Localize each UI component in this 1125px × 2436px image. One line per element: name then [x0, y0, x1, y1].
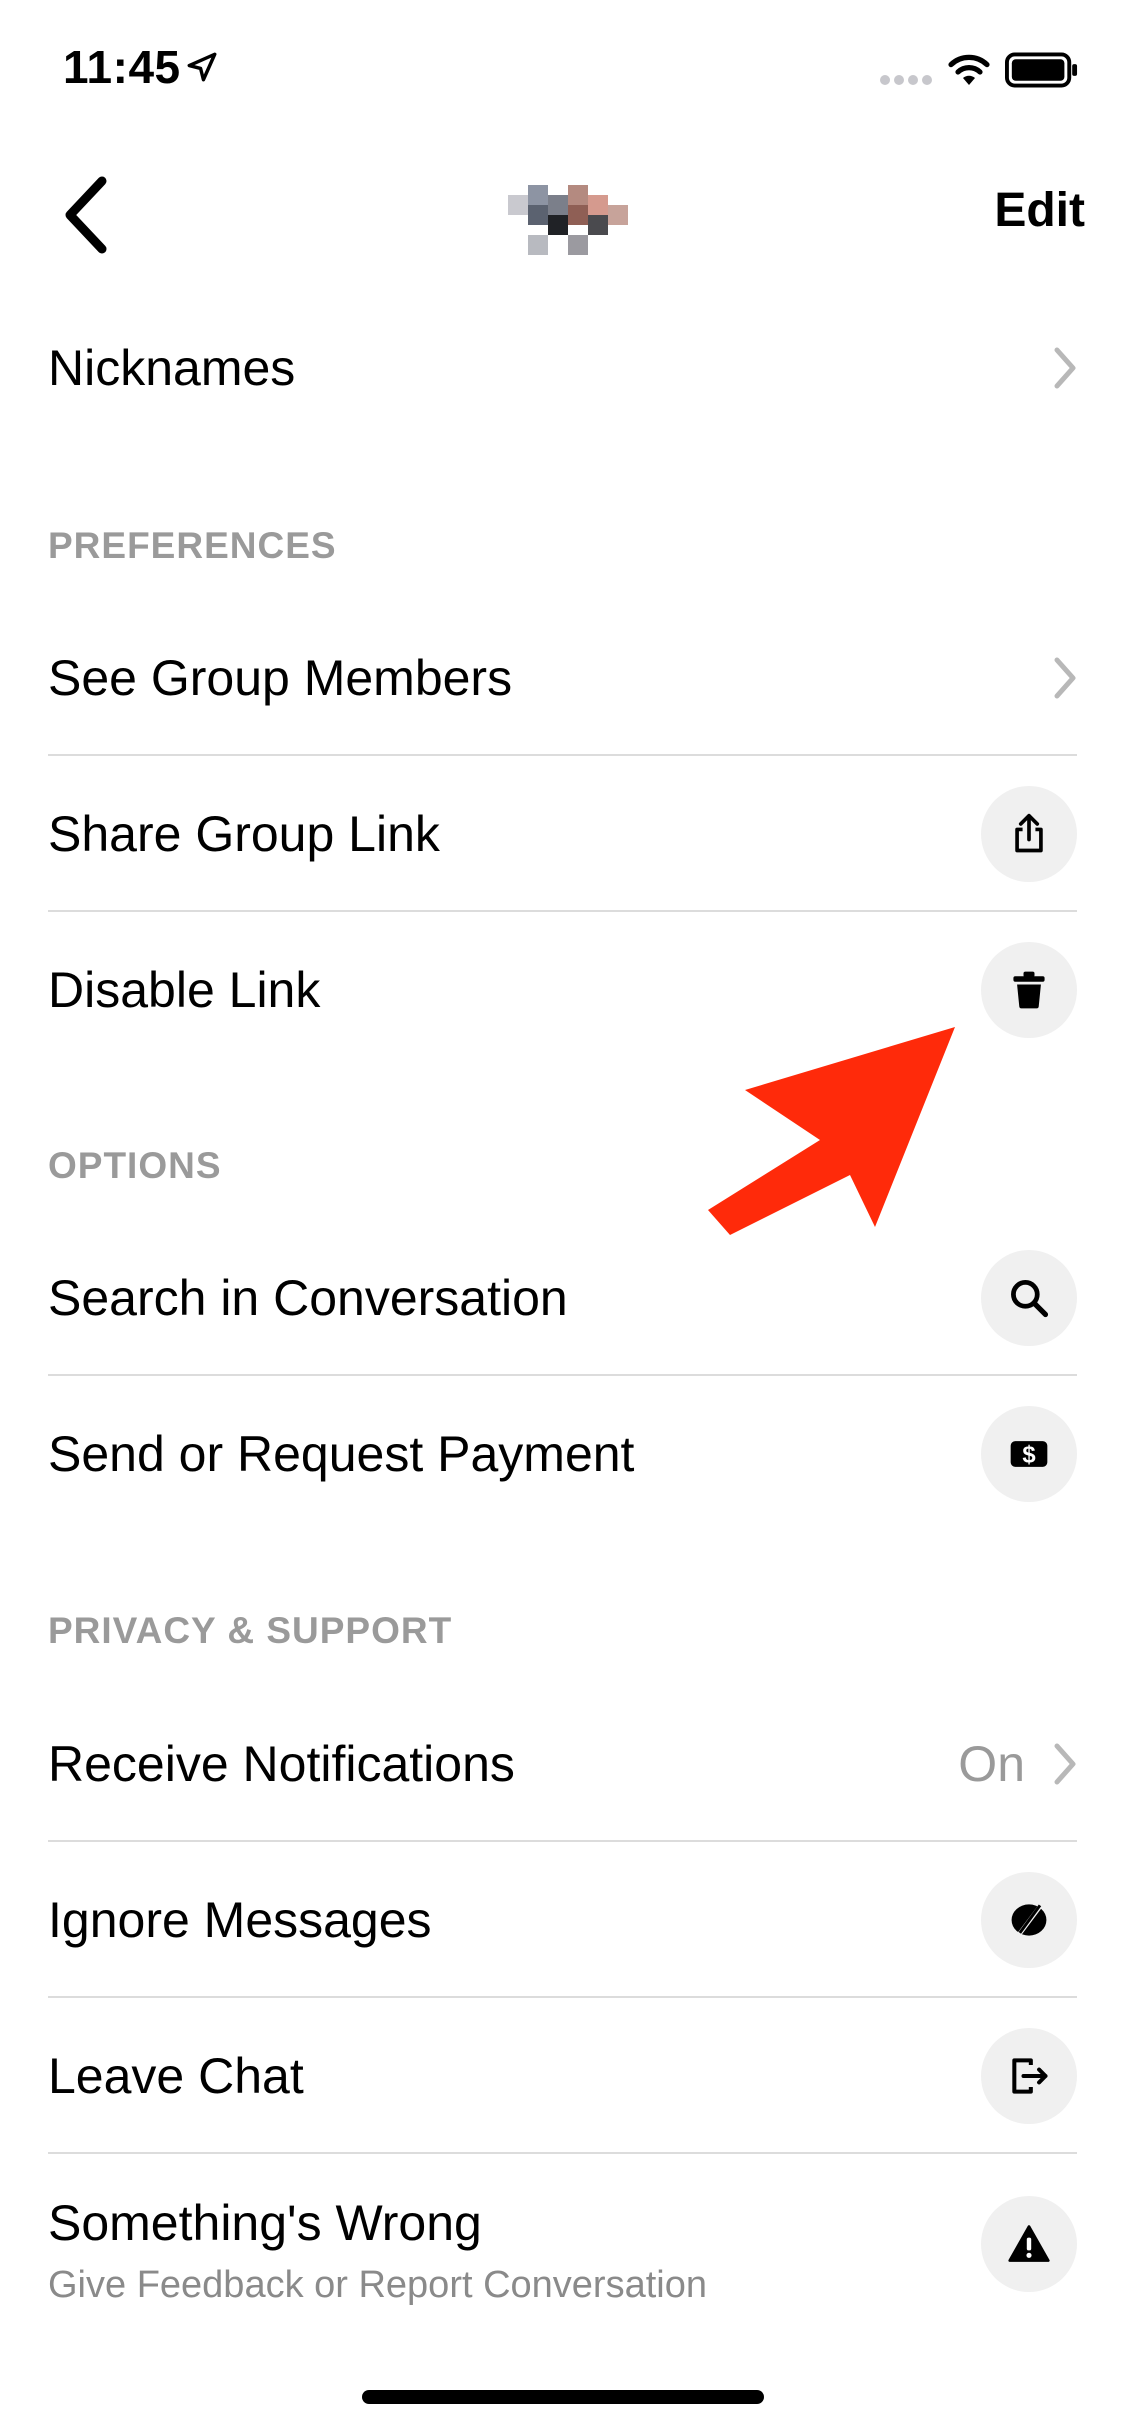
trash-icon	[1013, 971, 1045, 1009]
svg-text:$: $	[1022, 1441, 1035, 1468]
search-in-conversation-row[interactable]: Search in Conversation	[0, 1220, 1125, 1376]
somethings-wrong-sublabel: Give Feedback or Report Conversation	[48, 2264, 707, 2306]
somethings-wrong-label: Something's Wrong	[48, 2195, 482, 2251]
search-in-conversation-label: Search in Conversation	[48, 1270, 568, 1326]
leave-chat-button[interactable]	[981, 2028, 1077, 2124]
share-group-link-row[interactable]: Share Group Link	[0, 756, 1125, 912]
leave-icon	[1012, 2058, 1048, 2094]
ignore-messages-row[interactable]: Ignore Messages	[0, 1842, 1125, 1998]
see-group-members-label: See Group Members	[48, 650, 513, 706]
chevron-right-icon	[1054, 1743, 1076, 1785]
leave-chat-row[interactable]: Leave Chat	[0, 1998, 1125, 2154]
ignore-messages-label: Ignore Messages	[48, 1892, 432, 1948]
status-time: 11:45	[63, 41, 181, 93]
share-icon	[1015, 813, 1043, 853]
chevron-right-icon	[1054, 657, 1076, 699]
receive-notifications-label: Receive Notifications	[48, 1736, 515, 1792]
warning-icon	[1008, 2225, 1050, 2262]
edit-button[interactable]: Edit	[994, 183, 1085, 238]
nicknames-label: Nicknames	[48, 340, 296, 396]
search-icon	[1011, 1280, 1049, 1318]
report-button[interactable]	[981, 2196, 1077, 2292]
dollar-icon: $	[1010, 1441, 1048, 1468]
annotation-arrow	[708, 1027, 955, 1235]
disable-link-button[interactable]	[981, 942, 1077, 1038]
payment-button[interactable]: $	[981, 1406, 1077, 1502]
section-preferences: PREFERENCES	[48, 525, 337, 566]
group-avatar	[508, 185, 628, 255]
leave-chat-label: Leave Chat	[48, 2048, 304, 2104]
share-button[interactable]	[981, 786, 1077, 882]
back-chevron-icon[interactable]	[60, 175, 110, 255]
send-or-request-payment-label: Send or Request Payment	[48, 1426, 635, 1482]
section-privacy-support: PRIVACY & SUPPORT	[48, 1610, 453, 1651]
disable-link-label: Disable Link	[48, 962, 321, 1018]
nicknames-row[interactable]: Nicknames	[0, 290, 1125, 446]
ignore-icon	[1011, 1900, 1047, 1940]
somethings-wrong-row[interactable]: Something's Wrong Give Feedback or Repor…	[0, 2154, 1125, 2334]
receive-notifications-row[interactable]: Receive Notifications On	[0, 1686, 1125, 1842]
location-arrow-icon	[187, 52, 217, 82]
navigation-bar: Edit	[0, 135, 1125, 285]
send-or-request-payment-row[interactable]: Send or Request Payment $	[0, 1376, 1125, 1532]
ignore-button[interactable]	[981, 1872, 1077, 1968]
section-options: OPTIONS	[48, 1145, 222, 1186]
status-bar: 11:45	[0, 0, 1125, 135]
see-group-members-row[interactable]: See Group Members	[0, 600, 1125, 756]
notifications-status: On	[958, 1736, 1025, 1792]
home-indicator[interactable]	[362, 2390, 764, 2404]
chevron-right-icon	[1054, 347, 1076, 389]
battery-icon	[1005, 52, 1078, 88]
wifi-icon	[948, 54, 990, 85]
cell-signal-icon	[880, 72, 936, 85]
share-group-link-label: Share Group Link	[48, 806, 440, 862]
search-button[interactable]	[981, 1250, 1077, 1346]
